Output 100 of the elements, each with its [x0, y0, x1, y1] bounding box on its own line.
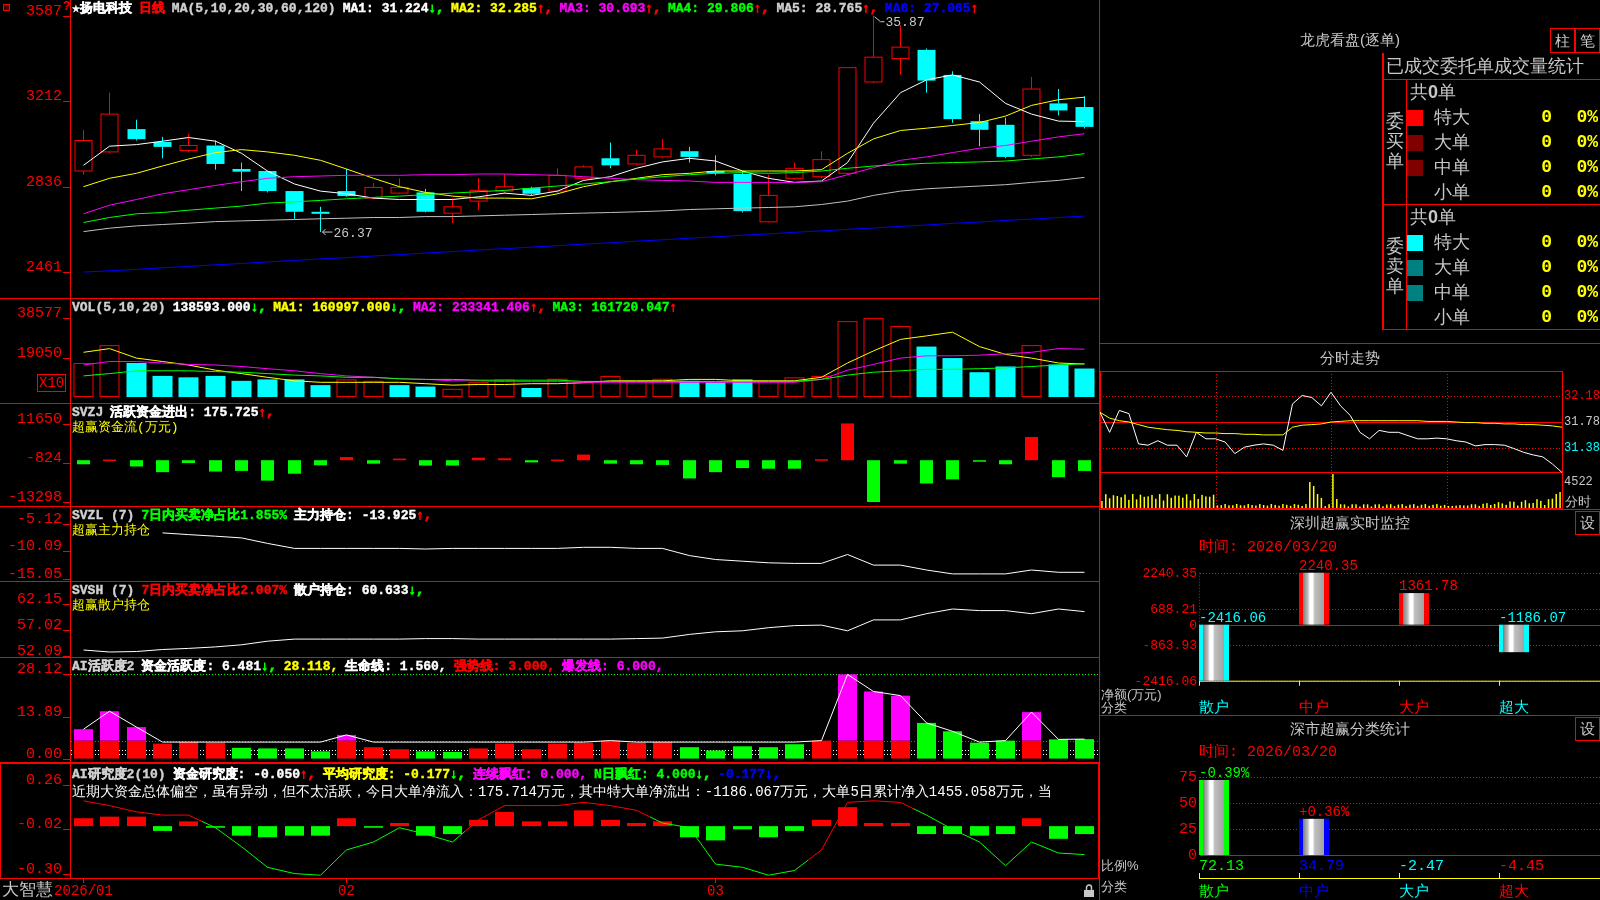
legend-label: SVZL (7): [72, 508, 135, 523]
bar: [759, 747, 778, 759]
order-share: 0%: [1575, 181, 1598, 204]
candlestick: [812, 150, 831, 179]
bar: [235, 460, 248, 471]
axis-label: 3212: [26, 87, 62, 105]
legend-label: MA2: 32.285↑,: [451, 1, 553, 16]
legend-label: SVZJ: [72, 405, 104, 420]
candlestick: [996, 117, 1015, 159]
candlestick: [127, 119, 146, 141]
bar: [127, 816, 146, 827]
bar: [364, 747, 383, 759]
bar: [495, 743, 514, 759]
legend-label: 强势线: 3.000,: [453, 659, 556, 674]
candlestick: [601, 142, 620, 169]
settings-button[interactable]: 设: [1575, 511, 1600, 535]
category-label: 大户: [1399, 882, 1429, 899]
toolbar-button[interactable]: 柱: [1550, 28, 1575, 53]
bar: [1048, 364, 1069, 398]
legend-label: MA5: 28.765↑,: [776, 1, 878, 16]
axis-label: 32.18: [1564, 389, 1600, 404]
bar: [419, 460, 432, 466]
indicator-note: 超赢主力持仓: [72, 523, 150, 538]
bar: [548, 821, 567, 827]
candlestick: [232, 162, 251, 192]
chart-title: 深市超赢分类统计: [1290, 719, 1410, 738]
order-size-label: 大单: [1434, 256, 1471, 279]
legend-label: 连续飘红: 0.000,: [472, 767, 588, 782]
bar: [577, 454, 590, 461]
mode-label: 分时: [1565, 493, 1591, 509]
category-label: 中户: [1299, 882, 1329, 899]
axis-label: 75: [1179, 769, 1197, 786]
axis-title: 分类: [1101, 879, 1127, 894]
data-label: -1186.07: [1499, 609, 1567, 626]
bar: [1199, 624, 1229, 681]
legend-label: 资金研究度: -0.050↑,: [172, 767, 316, 782]
candlestick: [153, 136, 172, 159]
bar: [1052, 460, 1065, 478]
bar: [864, 823, 883, 827]
bar: [758, 380, 779, 398]
bar: [785, 826, 804, 831]
bar: [1078, 460, 1091, 471]
order-share: 0%: [1575, 306, 1598, 329]
annotation: 35.87: [885, 14, 925, 30]
category-label: 超大: [1499, 882, 1529, 899]
bar: [521, 388, 542, 398]
bar: [604, 460, 617, 464]
settings-button[interactable]: 设: [1575, 717, 1600, 741]
candlestick: [390, 177, 409, 195]
category-label: 散户: [1199, 698, 1229, 715]
bar: [1022, 818, 1041, 827]
bar: [942, 358, 963, 398]
bar: [389, 385, 410, 398]
bar: [547, 378, 568, 398]
axis-label: 2461: [26, 258, 62, 276]
section-label: 委买单: [1386, 112, 1404, 172]
bar: [627, 823, 646, 827]
order-count: 0: [1540, 156, 1552, 179]
bar: [442, 388, 463, 398]
bar: [920, 460, 933, 484]
bar: [130, 460, 143, 467]
order-size-label: 小单: [1434, 181, 1471, 204]
data-label: 1361.78: [1399, 578, 1458, 595]
bar: [73, 363, 94, 398]
candlestick: [917, 48, 936, 94]
order-size-label: 特大: [1434, 231, 1471, 254]
candlestick: [1075, 95, 1094, 129]
bar: [917, 722, 936, 759]
candlestick: [311, 206, 330, 233]
bar: [1049, 739, 1068, 759]
legend-label: MA(5,10,20,30,60,120): [171, 1, 336, 16]
bar: [736, 460, 749, 469]
bar: [1025, 436, 1038, 461]
bar: [179, 821, 198, 827]
candlestick: [891, 24, 910, 76]
axis-label: -10.09: [8, 537, 62, 555]
order-size-label: 大单: [1434, 131, 1471, 154]
toolbar-button[interactable]: 笔: [1575, 28, 1600, 53]
legend-label: 日线: [138, 1, 165, 16]
data-label: 72.13: [1199, 858, 1244, 875]
bar: [1074, 368, 1095, 398]
legend-label: 主力持仓: -13.925↑,: [294, 508, 432, 523]
axis-label: 31.38: [1564, 440, 1600, 455]
indicator-note: 近期大资金总体偏空，虽有异动，但不太活跃，今日大单净流入：175.714万元，其中特大单净流出：-1186.067万元，大单5日累计净入1455.058万元，当: [72, 783, 1053, 801]
candlestick: [653, 138, 672, 159]
candlestick: [680, 146, 699, 164]
panel-title: 分时走势: [1320, 348, 1380, 367]
order-share: 0%: [1575, 106, 1598, 129]
legend-label: MA3: 30.693↑,: [559, 1, 661, 16]
data-label: -2.47: [1399, 858, 1444, 875]
bar: [363, 380, 384, 398]
bar: [1299, 818, 1329, 855]
order-count: 0: [1540, 106, 1552, 129]
order-share: 0%: [1575, 156, 1598, 179]
legend-label: MA6: 27.065↑: [884, 1, 979, 16]
axis-label: -13298: [8, 488, 62, 506]
order-count: 0: [1540, 231, 1552, 254]
legend-label: 7日内买卖净占比1.855%: [141, 508, 288, 523]
legend-label: 爆发线: 6.000,: [562, 659, 664, 674]
bar: [630, 460, 643, 465]
